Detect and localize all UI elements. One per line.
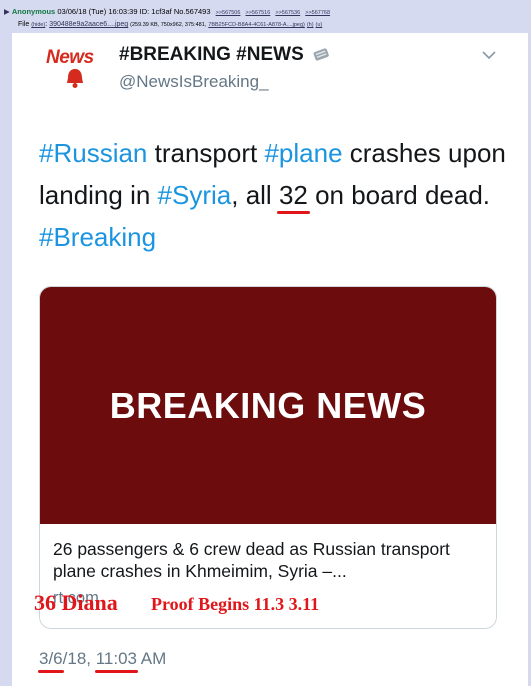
underlined-number: 32 bbox=[278, 180, 308, 210]
file-meta: (259.39 KB, 750x962, 375:481, bbox=[130, 22, 207, 28]
underlined-time: 11:03 bbox=[95, 649, 138, 668]
link-preview-card[interactable]: BREAKING NEWS 26 passengers & 6 crew dea… bbox=[39, 286, 497, 629]
annotation-diana: 36 Diana bbox=[34, 590, 118, 615]
hashtag-link[interactable]: #Breaking bbox=[39, 222, 156, 252]
original-filename-link[interactable]: 7BB25FCD-B8A4-4C61-A878-A....jpeg) bbox=[208, 22, 305, 28]
reply-link[interactable]: >>567516 bbox=[246, 10, 271, 16]
post-id-label: ID: bbox=[139, 7, 150, 16]
tweet-timestamp[interactable]: 3/6/18, 11:03 AM bbox=[39, 649, 166, 669]
account-name-text: #BREAKING #NEWS bbox=[119, 44, 304, 65]
underlined-date: 3/6 bbox=[39, 649, 63, 668]
annotation-proof: Proof Begins 11.3 3.11 bbox=[151, 594, 320, 614]
card-image: BREAKING NEWS bbox=[40, 287, 496, 524]
post-menu-arrow-icon[interactable]: ▶ bbox=[4, 7, 10, 16]
account-handle[interactable]: @NewsIsBreaking_ bbox=[119, 72, 269, 92]
post-datetime: 03/06/18 (Tue) 16:03:39 bbox=[57, 7, 138, 16]
bell-icon bbox=[67, 69, 83, 88]
tweet-screenshot[interactable]: News #BREAKING #NEWS @NewsIsBreaking_ #R… bbox=[12, 33, 528, 686]
poster-id[interactable]: 1cf3af bbox=[151, 7, 171, 16]
hashtag-link[interactable]: #Syria bbox=[158, 180, 232, 210]
file-option-u[interactable]: (u) bbox=[316, 22, 323, 28]
card-image-text: BREAKING NEWS bbox=[109, 385, 427, 426]
poster-name: Anonymous bbox=[11, 7, 56, 16]
hashtag-link[interactable]: #Russian bbox=[39, 138, 147, 168]
file-link[interactable]: 390488e9a2aace6....jpeg bbox=[49, 21, 128, 28]
reply-link[interactable]: >>567506 bbox=[216, 10, 241, 16]
account-name[interactable]: #BREAKING #NEWS bbox=[119, 44, 332, 66]
news-logo-text: News bbox=[46, 47, 94, 68]
card-title: 26 passengers & 6 crew dead as Russian t… bbox=[53, 539, 450, 581]
tweet-text: #Russian transport #plane crashes upon l… bbox=[39, 138, 506, 252]
file-info: File (hide): 390488e9a2aace6....jpeg (25… bbox=[18, 21, 323, 28]
chevron-down-icon[interactable] bbox=[481, 49, 497, 61]
reply-link[interactable]: >>567768 bbox=[305, 10, 330, 16]
hashtag-link[interactable]: #plane bbox=[264, 138, 342, 168]
news-logo-avatar: News bbox=[46, 47, 102, 91]
post-header: ▶ Anonymous 03/06/18 (Tue) 16:03:39 ID: … bbox=[4, 6, 330, 19]
reply-link[interactable]: >>567536 bbox=[275, 10, 300, 16]
post-number[interactable]: No.567493 bbox=[174, 7, 211, 16]
newspaper-roll-icon bbox=[313, 48, 329, 61]
hide-file-link[interactable]: (hide) bbox=[31, 22, 45, 28]
file-label: File bbox=[18, 21, 30, 28]
file-option-h[interactable]: (h) bbox=[307, 22, 314, 28]
